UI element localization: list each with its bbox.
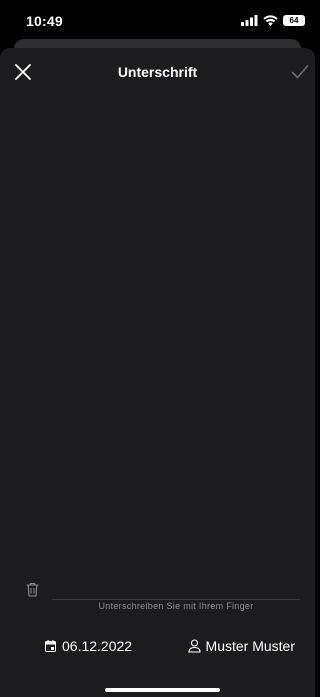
- trash-icon[interactable]: [26, 582, 39, 597]
- battery-indicator: 64: [283, 15, 305, 26]
- date-value: 06.12.2022: [62, 638, 133, 654]
- signature-modal: Unterschrift Unterschreiben Sie mit Ihre…: [0, 48, 315, 697]
- signature-pad[interactable]: [0, 98, 315, 598]
- home-indicator[interactable]: [105, 688, 220, 692]
- calendar-icon: [45, 640, 56, 652]
- signature-hint: Unterschreiben Sie mit Ihrem Finger: [98, 601, 254, 611]
- wifi-icon: [263, 15, 278, 26]
- date-field: 06.12.2022: [45, 638, 132, 654]
- signature-line: [52, 599, 300, 600]
- signer-name: Muster Muster: [205, 638, 295, 654]
- checkmark-icon[interactable]: [291, 64, 309, 80]
- cellular-signal-icon: [241, 15, 258, 26]
- page-title: Unterschrift: [117, 64, 198, 80]
- status-bar: 10:49 64: [0, 0, 315, 40]
- person-icon: [187, 639, 201, 653]
- status-time: 10:49: [26, 13, 63, 29]
- signer-field: Muster Muster: [187, 638, 295, 654]
- status-icons: 64: [241, 15, 305, 26]
